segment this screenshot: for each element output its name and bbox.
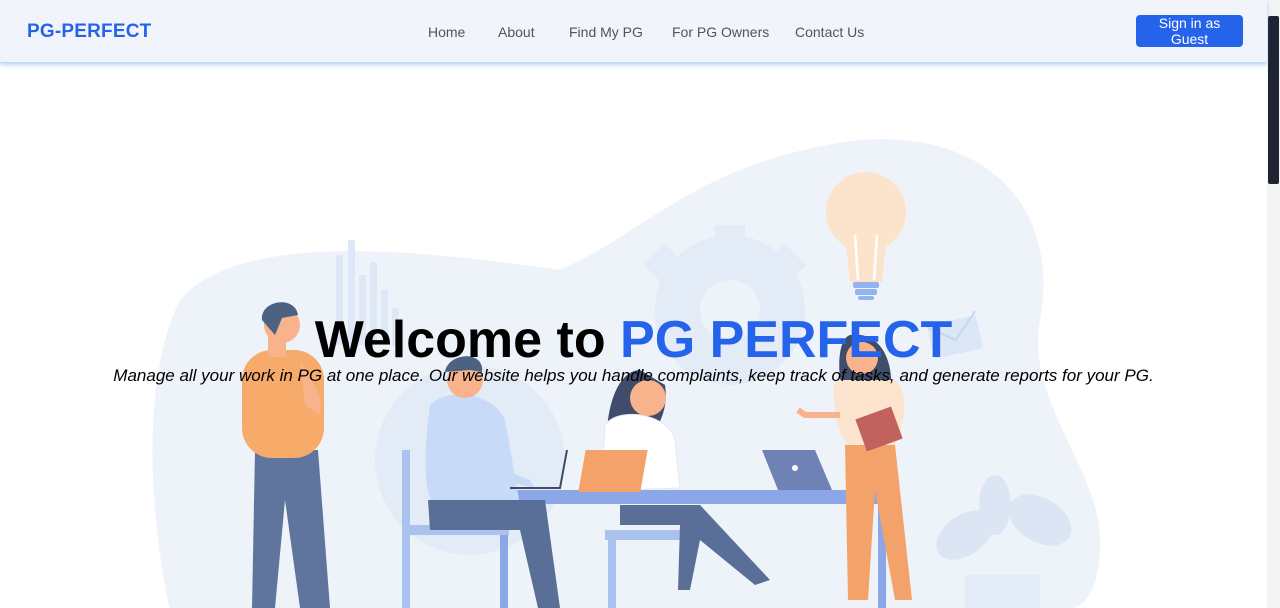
nav-link-find-my-pg[interactable]: Find My PG (569, 24, 643, 40)
hero-title: Welcome to PG PERFECT (0, 310, 1267, 370)
brand-logo[interactable]: PG-PERFECT (27, 21, 151, 43)
sign-in-as-guest-button[interactable]: Sign in as Guest (1136, 15, 1243, 47)
page-scrollbar[interactable] (1267, 0, 1280, 608)
hero-title-accent: PG PERFECT (620, 311, 953, 369)
nav-link-home[interactable]: Home (428, 24, 465, 40)
hero-subtitle: Manage all your work in PG at one place.… (113, 366, 1154, 385)
navbar: PG-PERFECT Home About Find My PG For PG … (0, 0, 1267, 63)
nav-link-for-pg-owners[interactable]: For PG Owners (672, 24, 769, 40)
nav-link-contact-us[interactable]: Contact Us (795, 24, 864, 40)
hero-title-prefix: Welcome to (314, 311, 606, 369)
nav-link-about[interactable]: About (498, 24, 535, 40)
scrollbar-thumb[interactable] (1268, 16, 1279, 184)
